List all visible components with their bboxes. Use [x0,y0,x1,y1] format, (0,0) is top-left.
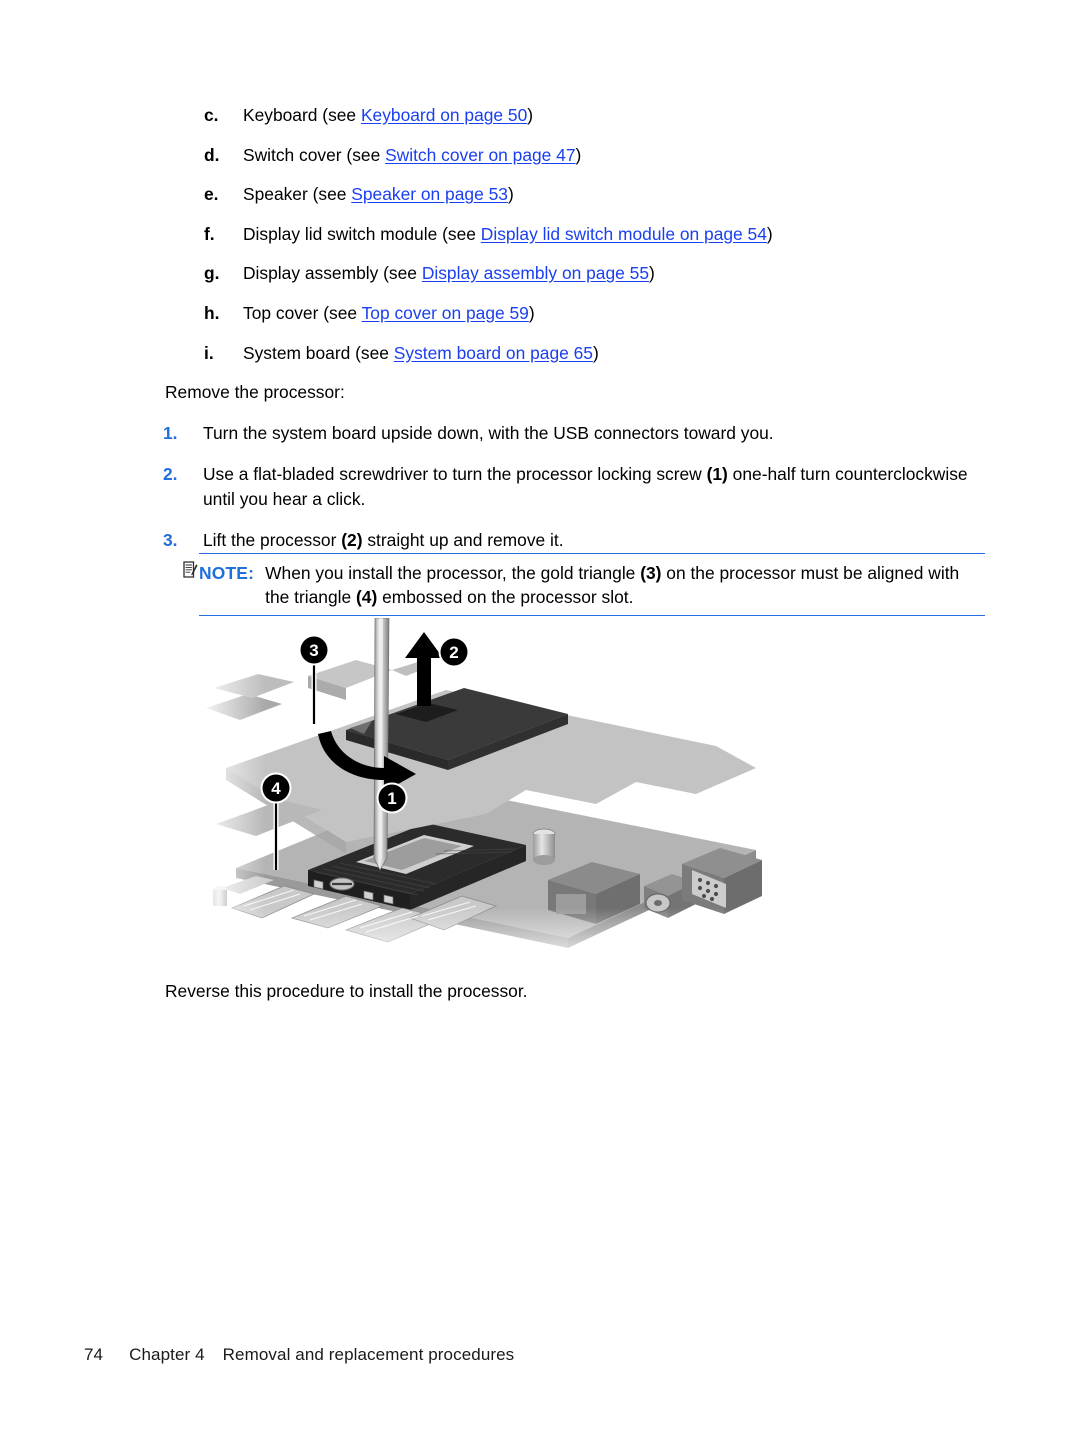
callout-reference: (2) [341,530,363,550]
alpha-item-suffix: ) [649,263,655,284]
processor-removal-illustration: 3 2 4 1 [196,618,776,970]
alpha-item-prefix: Keyboard (see [243,105,361,125]
cross-reference-link[interactable]: Keyboard on page 50 [361,105,527,125]
alpha-item-text: Switch cover (see Switch cover on page 4… [243,144,994,167]
alpha-item-text: Keyboard (see Keyboard on page 50) [243,104,994,127]
numbered-step: 1. Turn the system board upside down, wit… [163,421,993,446]
alpha-item-suffix: ) [766,223,773,244]
alpha-item-text: Display lid switch module (see Display l… [243,223,994,246]
step-text-segment: straight up and remove it. [362,530,564,550]
alpha-item-prefix: Switch cover (see [243,144,386,165]
alpha-item-prefix: Display lid switch module (see [243,223,481,244]
processor-locking-screw [329,877,355,891]
alpha-item-suffix: ) [528,302,535,323]
note-pencil-icon [183,560,198,578]
fade-bottom [196,908,776,970]
alpha-item-prefix: Display assembly (see [243,263,422,284]
alpha-item-prefix: Speaker (see [243,184,352,205]
screwdriver [373,618,390,871]
numbered-step: 2. Use a flat-bladed screwdriver to turn … [163,462,993,512]
cross-reference-link[interactable]: Display assembly on page 55 [422,263,649,283]
alpha-marker: d. [204,144,220,165]
alpha-item-prefix: System board (see [243,342,394,363]
step-number: 1. [163,423,178,443]
alpha-marker: g. [204,263,220,284]
cross-reference-link[interactable]: System board on page 65 [394,343,593,363]
callout-1: 1 [376,782,408,814]
alpha-list-item: h. Top cover (see Top cover on page 59) [204,302,994,325]
alpha-item-text: Display assembly (see Display assembly o… [243,262,994,285]
step-text-segment: Use a flat-bladed screwdriver to turn th… [203,464,707,484]
cross-reference-link[interactable]: Display lid switch module on page 54 [481,224,767,244]
fade-top [196,618,296,678]
step-number: 2. [163,464,178,484]
cross-reference-link[interactable]: Switch cover on page 47 [385,145,575,165]
note-admonition: NOTE: When you install the processor, th… [183,553,985,616]
alpha-item-suffix: ) [592,342,599,363]
note-text: When you install the processor, the gold… [265,561,985,609]
alpha-marker: h. [204,302,220,323]
callout-reference: (3) [640,563,662,583]
svg-text:1: 1 [387,789,396,808]
step-text-segment: Lift the processor [203,530,342,550]
callout-2: 2 [438,636,470,668]
alpha-item-prefix: Top cover (see [243,302,362,323]
step-number: 3. [163,530,178,550]
alpha-item-suffix: ) [527,105,534,125]
lead-in-text: Remove the processor: [165,382,345,402]
trailer-text: Reverse this procedure to install the pr… [165,981,528,1001]
alpha-marker: e. [204,184,219,205]
alpha-item-suffix: ) [575,144,582,165]
footer-page-number: 74 [84,1345,104,1364]
cross-reference-link[interactable]: Speaker on page 53 [351,184,508,204]
step-text-segment: Turn the system board upside down, with … [203,423,774,443]
capacitor [532,828,556,865]
alpha-list-item: i. System board (see System board on page… [204,342,994,365]
step-text: Use a flat-bladed screwdriver to turn th… [203,462,993,512]
footer-chapter: Chapter 4 [129,1345,205,1364]
alpha-item-text: System board (see System board on page 6… [243,342,994,365]
svg-text:4: 4 [271,779,281,798]
page-footer: 74 Chapter 4 Removal and replacement pro… [84,1345,514,1365]
alpha-list: c. Keyboard (see Keyboard on page 50) d. Sw… [204,104,994,381]
alpha-list-item: f. Display lid switch module (see Display… [204,223,994,246]
svg-text:2: 2 [449,643,458,662]
alpha-marker: c. [204,105,219,125]
alpha-marker: f. [204,223,215,244]
note-text-segment: embossed on the processor slot. [377,587,634,607]
step-text: Turn the system board upside down, with … [203,421,993,446]
callout-reference: (4) [356,587,378,607]
note-text-segment: When you install the processor, the gold… [265,563,641,583]
alpha-list-item: e. Speaker (see Speaker on page 53) [204,183,994,206]
alpha-list-item: g. Display assembly (see Display assembly… [204,262,994,285]
alpha-item-text: Speaker (see Speaker on page 53) [243,183,994,206]
note-label: NOTE: [199,563,255,583]
top-bracket [308,660,432,700]
alpha-list-item: d. Switch cover (see Switch cover on page… [204,144,994,167]
document-page: c. Keyboard (see Keyboard on page 50) d. Sw… [0,0,1080,1437]
svg-text:3: 3 [309,641,318,660]
alpha-marker: i. [204,342,214,363]
footer-title: Removal and replacement procedures [222,1345,515,1364]
alpha-item-suffix: ) [507,184,514,205]
callout-reference: (1) [706,464,728,484]
cross-reference-link[interactable]: Top cover on page 59 [362,303,529,323]
step-text: Lift the processor (2) straight up and r… [203,528,993,553]
alpha-item-text: Top cover (see Top cover on page 59) [243,302,994,325]
alpha-list-item: c. Keyboard (see Keyboard on page 50) [204,104,994,127]
numbered-step-list: 1. Turn the system board upside down, wit… [163,421,993,569]
numbered-step: 3. Lift the processor (2) straight up and… [163,528,993,553]
